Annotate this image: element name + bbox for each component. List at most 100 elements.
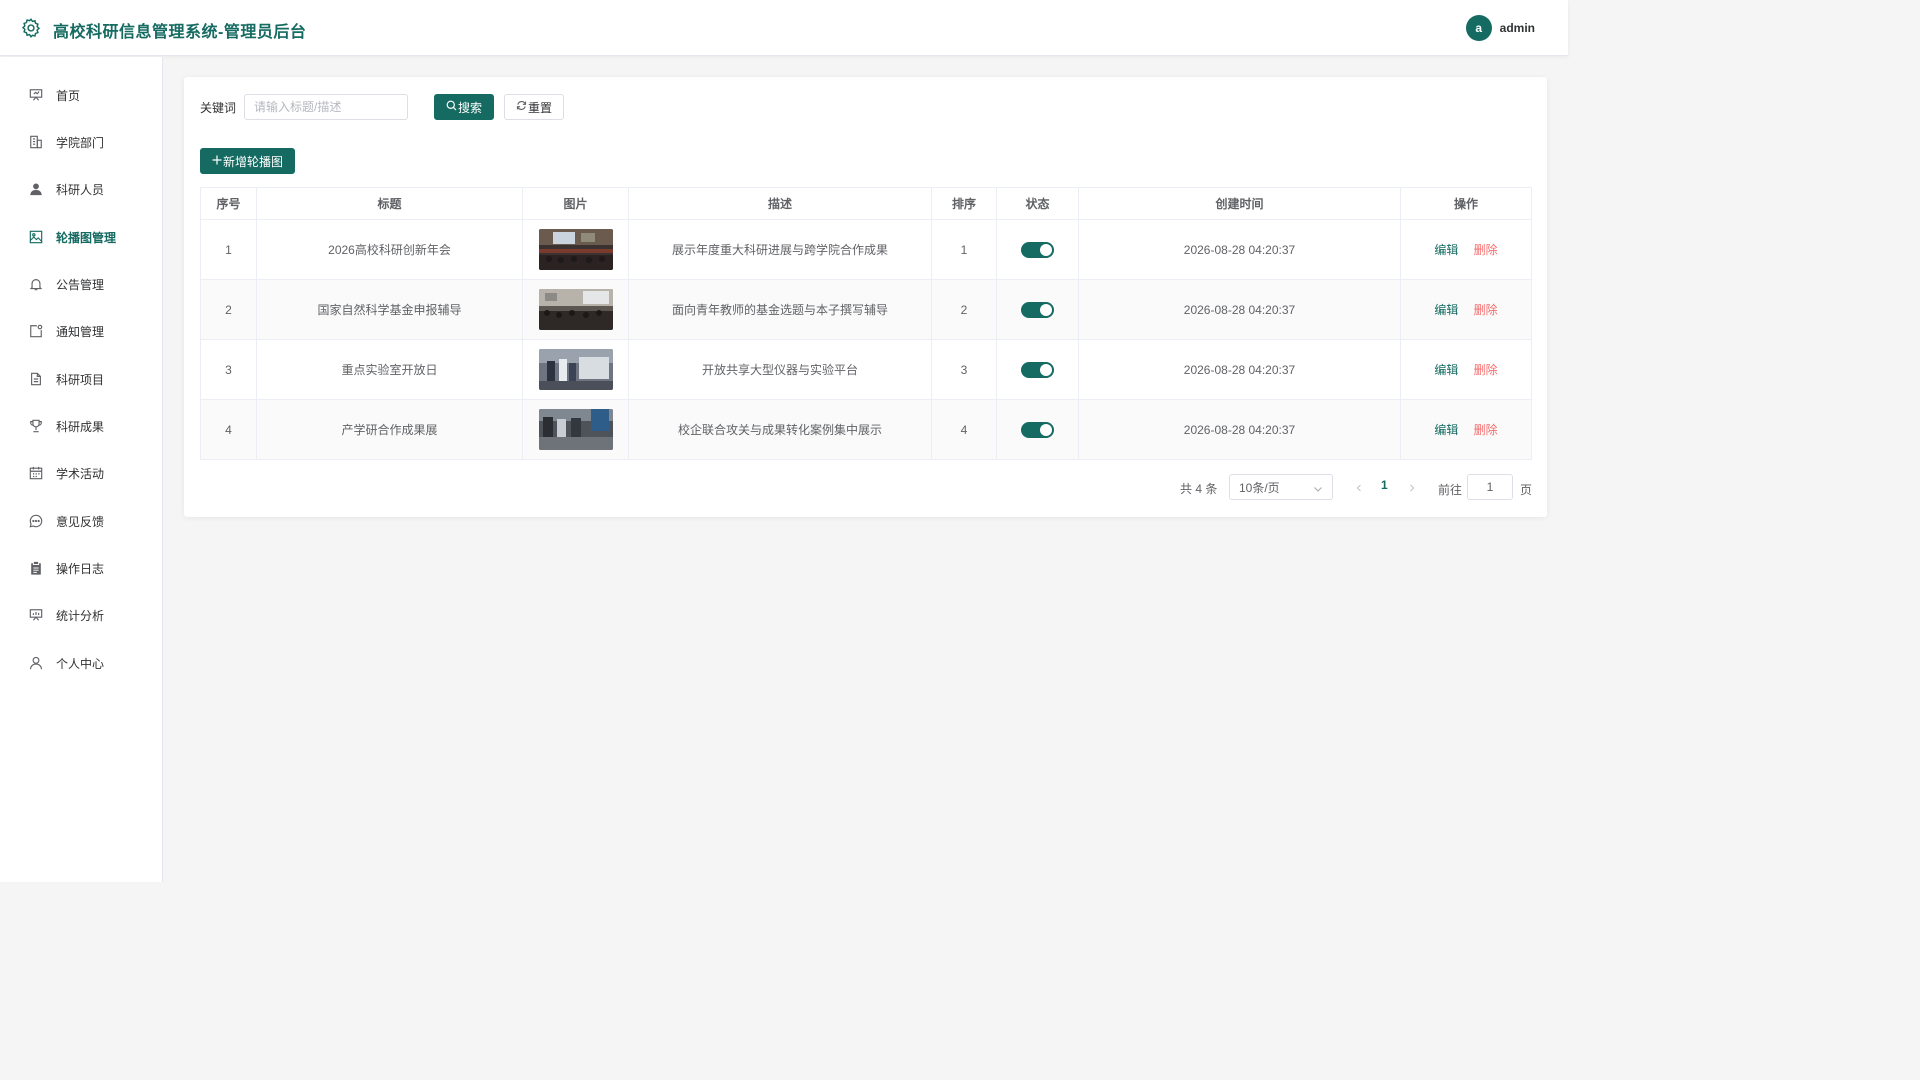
sidebar-item-label: 科研项目 [56,372,105,387]
search-button-label: 搜索 [457,100,482,115]
search-input[interactable] [244,94,408,120]
delete-link[interactable]: 删除 [1474,363,1498,377]
sidebar-item-achievements[interactable]: 科研成果 [0,406,162,446]
sidebar-item-announcements[interactable]: 公告管理 [0,264,162,304]
app-title: 高校科研信息管理系统-管理员后台 [53,23,307,41]
page-size-select[interactable]: 10条/页 [1229,474,1333,500]
row-title: 国家自然科学基金申报辅导 [256,279,523,340]
pagination-total: 共 4 条 [1180,482,1218,496]
table-row: 3 重点实验室开放日 开放共享大型仪器与实验平台 3 2026-08-28 04… [200,339,1532,400]
top-header: 高校科研信息管理系统-管理员后台 a admin [0,0,1568,56]
current-page[interactable]: 1 [1381,478,1388,492]
sidebar-item-researchers[interactable]: 科研人员 [0,169,162,209]
reset-button[interactable]: 重置 [504,94,564,120]
column-header-actions: 操作 [1400,187,1532,220]
sidebar-item-activities[interactable]: 学术活动 [0,453,162,493]
column-header-image[interactable]: 图片 [522,187,629,220]
sidebar-item-home[interactable]: 首页 [0,75,162,115]
row-description: 校企联合攻关与成果转化案例集中展示 [628,399,932,460]
row-index: 4 [200,399,257,460]
sidebar-item-carousel[interactable]: 轮播图管理 [0,217,162,257]
user-icon [28,181,44,197]
sidebar-item-label: 科研人员 [56,182,105,197]
add-button-label: 新增轮播图 [222,154,283,169]
status-toggle[interactable] [1021,241,1054,258]
sidebar-item-notifications[interactable]: 通知管理 [0,311,162,351]
column-header-description[interactable]: 描述 [628,187,932,220]
reset-button-label: 重置 [527,100,552,115]
column-header-index[interactable]: 序号 [200,187,257,220]
sidebar-item-profile[interactable]: 个人中心 [0,643,162,683]
refresh-icon [516,100,528,114]
edit-link[interactable]: 编辑 [1434,423,1458,437]
goto-page-input[interactable] [1467,474,1513,500]
add-carousel-button[interactable]: 新增轮播图 [200,148,295,174]
next-page-icon[interactable] [1408,481,1416,495]
column-header-sort[interactable]: 排序 [931,187,997,220]
bell-icon [28,276,44,292]
picture-icon [28,229,44,245]
column-header-title[interactable]: 标题 [256,187,523,220]
column-header-created[interactable]: 创建时间 [1078,187,1401,220]
delete-link[interactable]: 删除 [1474,303,1498,317]
user-menu[interactable]: a admin [1465,15,1535,41]
sidebar: 首页 学院部门 科研人员 轮播图管理 公告管理 通知管理 科研项目 科研成果 学… [0,57,163,882]
trophy-icon [28,418,44,434]
sidebar-item-projects[interactable]: 科研项目 [0,359,162,399]
calendar-icon [28,465,44,481]
row-created: 2026-08-28 04:20:37 [1078,399,1401,460]
building-icon [28,134,44,150]
sidebar-item-statistics[interactable]: 统计分析 [0,595,162,635]
column-header-status[interactable]: 状态 [996,187,1079,220]
row-created: 2026-08-28 04:20:37 [1078,339,1401,400]
sidebar-item-label: 轮播图管理 [56,230,117,245]
row-description: 面向青年教师的基金选题与本子撰写辅导 [628,279,932,340]
row-title: 2026高校科研创新年会 [256,219,523,280]
brand: 高校科研信息管理系统-管理员后台 [20,17,306,42]
row-sort: 3 [931,339,997,400]
document-icon [28,371,44,387]
row-sort: 2 [931,279,997,340]
row-title: 产学研合作成果展 [256,399,523,460]
table-row: 1 2026高校科研创新年会 展示年度重大科研进展与跨学院合作成果 1 2026… [200,219,1532,280]
sidebar-item-label: 公告管理 [56,277,105,292]
content-card: 关键词 搜索 重置 新增轮播图 序号 标题 图片 描述 排序 状态 创建时间 操… [184,77,1547,517]
plus-icon [212,154,223,168]
prev-page-icon[interactable] [1355,481,1363,495]
sidebar-item-feedback[interactable]: 意见反馈 [0,501,162,541]
search-icon [446,100,458,114]
carousel-thumbnail[interactable] [538,349,613,390]
status-toggle[interactable] [1021,301,1054,318]
avatar[interactable]: a [1465,15,1492,41]
sidebar-item-logs[interactable]: 操作日志 [0,548,162,588]
status-toggle[interactable] [1021,361,1054,378]
carousel-thumbnail[interactable] [538,229,613,270]
goto-label: 前往 [1438,483,1463,497]
sidebar-item-label: 学术活动 [56,466,105,481]
delete-link[interactable]: 删除 [1474,423,1498,437]
clipboard-icon [28,560,44,576]
sidebar-item-label: 学院部门 [56,135,105,150]
sidebar-item-departments[interactable]: 学院部门 [0,122,162,162]
gear-icon [20,17,42,42]
search-button[interactable]: 搜索 [434,94,494,120]
carousel-thumbnail[interactable] [538,409,613,450]
edit-link[interactable]: 编辑 [1434,243,1458,257]
sidebar-item-label: 个人中心 [56,656,105,671]
row-description: 开放共享大型仪器与实验平台 [628,339,932,400]
sidebar-item-label: 通知管理 [56,324,105,339]
sidebar-item-label: 意见反馈 [56,514,105,529]
row-description: 展示年度重大科研进展与跨学院合作成果 [628,219,932,280]
status-toggle[interactable] [1021,421,1054,438]
edit-link[interactable]: 编辑 [1434,363,1458,377]
row-index: 2 [200,279,257,340]
table-header-row: 序号 标题 图片 描述 排序 状态 创建时间 操作 [200,187,1532,220]
sidebar-item-label: 首页 [56,88,81,103]
sidebar-item-label: 操作日志 [56,561,105,576]
username[interactable]: admin [1500,21,1535,35]
keyword-label: 关键词 [200,101,237,115]
carousel-thumbnail[interactable] [538,289,613,330]
table-row: 2 国家自然科学基金申报辅导 面向青年教师的基金选题与本子撰写辅导 2 2026… [200,279,1532,340]
edit-link[interactable]: 编辑 [1434,303,1458,317]
delete-link[interactable]: 删除 [1474,243,1498,257]
